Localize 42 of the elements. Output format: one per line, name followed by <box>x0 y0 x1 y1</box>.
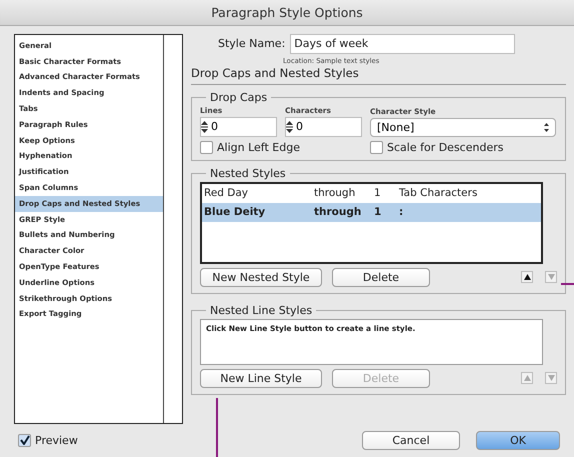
mode-cell-text: through <box>314 187 356 200</box>
up-triangle-icon <box>524 375 530 382</box>
preview-label: Preview <box>35 434 78 447</box>
group-title: Nested Line Styles <box>209 304 314 317</box>
nested-style-row[interactable]: Red Day through 1 Tab Characters <box>202 184 541 203</box>
leader-line <box>561 283 574 285</box>
nested-style-row[interactable]: Blue Deity through 1 : <box>202 202 541 222</box>
style-name-label: Style Name: <box>218 37 286 50</box>
move-up-button[interactable] <box>521 271 533 284</box>
delete-button[interactable]: Delete <box>332 268 430 287</box>
checkbox[interactable] <box>370 140 383 154</box>
checkbox-label: Align Left Edge <box>217 140 300 154</box>
preview-checkbox[interactable] <box>18 434 31 447</box>
down-triangle-icon <box>548 274 554 280</box>
updown-icon <box>544 122 549 132</box>
stepper-icon <box>201 120 208 133</box>
until-cell-text: Tab Characters <box>399 187 478 200</box>
stepper-icon <box>286 120 293 133</box>
cancel-button[interactable]: Cancel <box>362 430 460 450</box>
section-heading: Drop Caps and Nested Styles <box>191 66 566 85</box>
count-cell-text: 1 <box>374 187 382 200</box>
characters-field[interactable]: 0 <box>285 116 362 137</box>
style-cell-text: Blue Deity <box>204 206 266 218</box>
new-style-button[interactable]: New Line Style <box>200 368 322 388</box>
down-triangle-icon <box>548 375 554 382</box>
up-triangle-icon <box>524 274 530 280</box>
group-title: Drop Caps <box>209 90 268 104</box>
until-cell-text: : <box>399 206 404 218</box>
mode-cell-text: through <box>314 206 362 218</box>
checkmark-icon <box>20 435 30 446</box>
style-cell-text: Red Day <box>204 187 250 200</box>
checkbox-label: Scale for Descenders <box>387 140 504 154</box>
new-style-button[interactable]: New Nested Style <box>200 268 322 287</box>
leader-line <box>216 398 218 457</box>
character-style-select[interactable]: [None] <box>370 118 556 137</box>
ok-button[interactable]: OK <box>476 430 560 450</box>
count-cell-text: 1 <box>374 206 382 218</box>
lines-field[interactable]: 0 <box>200 116 277 137</box>
group-title: Nested Styles <box>209 166 287 180</box>
checkbox[interactable] <box>200 140 213 154</box>
window-title: Paragraph Style Options <box>211 4 363 20</box>
style-name-field[interactable]: Days of week <box>290 34 516 54</box>
